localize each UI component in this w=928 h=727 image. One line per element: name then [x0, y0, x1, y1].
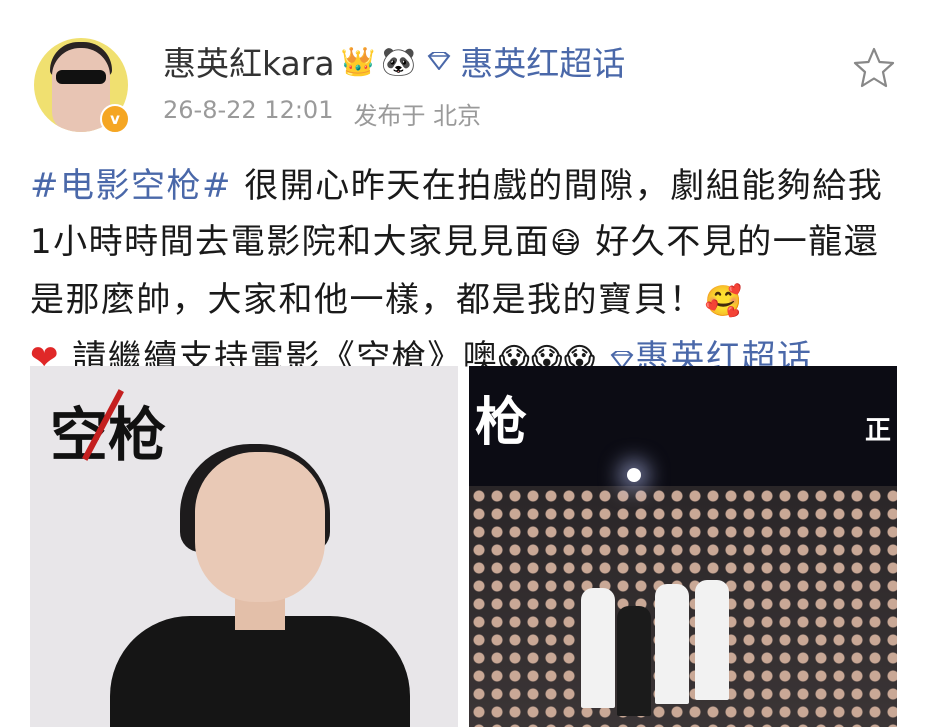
post-time: 26-8-22 12:01 [163, 96, 334, 124]
person-body [110, 616, 410, 727]
spotlight [627, 468, 641, 482]
name-line: 惠英紅kara 👑 🐼 惠英红超话 [163, 36, 625, 86]
username[interactable]: 惠英紅kara [163, 37, 335, 85]
post-image-right[interactable]: 枪 正 [469, 366, 897, 727]
hashtag-link[interactable]: #电影空枪# [30, 166, 232, 206]
stage-person [655, 584, 689, 704]
person-face [195, 452, 325, 602]
verified-badge-icon: v [100, 104, 130, 134]
super-topic-link[interactable]: 惠英红超话 [460, 37, 625, 85]
post-header: v 惠英紅kara 👑 🐼 惠英红超话 26-8-22 12:01 发布于 北京 [0, 0, 928, 150]
panda-badge-icon[interactable]: 🐼 [381, 45, 416, 78]
stage-person [617, 606, 651, 716]
poster-title: 空枪 [50, 401, 167, 469]
post-meta: 26-8-22 12:01 发布于 北京 [163, 96, 481, 131]
screen-corner-text: 正 [864, 416, 891, 446]
avatar-glasses [56, 70, 106, 84]
stage-person [695, 580, 729, 700]
post-content: #电影空枪# 很開心昨天在拍戲的間隙，劇組能夠給我1小時時間去電影院和大家見見面… [30, 158, 900, 388]
diamond-icon [427, 52, 451, 70]
post-location: 发布于 北京 [353, 102, 482, 130]
kiss-emoji-icon: 🥰 [704, 284, 744, 319]
mask-emoji-icon: 😷 [550, 226, 583, 261]
post-image-left[interactable]: 空枪 [30, 366, 458, 727]
star-icon[interactable] [852, 46, 896, 90]
screen-title: 枪 [475, 392, 528, 453]
crown-badge-icon[interactable]: 👑 [341, 45, 376, 78]
stage-person [581, 588, 615, 708]
